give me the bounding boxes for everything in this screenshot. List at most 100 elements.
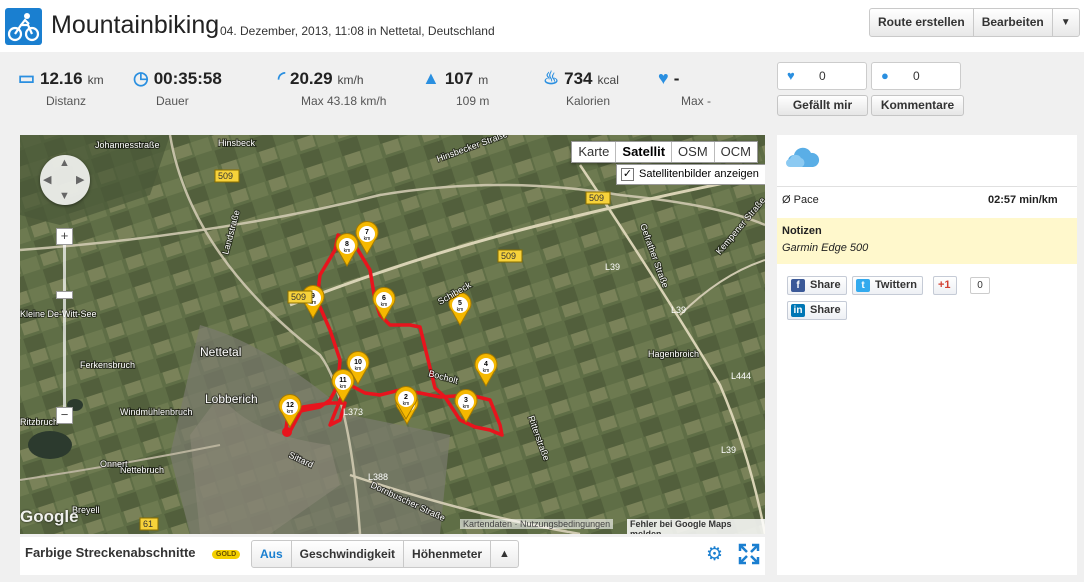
svg-text:6: 6	[382, 295, 386, 302]
duration-value: 00:35:58	[153, 69, 222, 88]
fullscreen-icon[interactable]	[738, 543, 760, 565]
gold-badge: GOLD	[212, 550, 241, 559]
facebook-icon: f	[791, 279, 805, 292]
svg-text:509: 509	[589, 193, 604, 203]
map-pan-control[interactable]: ▲ ▼ ◀ ▶	[40, 155, 90, 205]
stat-speed: ◜ 20.29 km/h Max 43.18 km/h	[278, 68, 386, 108]
svg-text:km: km	[340, 384, 347, 390]
gear-icon[interactable]: ⚙	[706, 543, 723, 566]
speedometer-icon: ◜	[278, 68, 285, 88]
pan-left-icon[interactable]: ◀	[43, 173, 51, 186]
zoom-slider-handle[interactable]	[56, 291, 73, 299]
map-type-ocm[interactable]: OCM	[715, 142, 757, 162]
pan-right-icon[interactable]: ▶	[76, 173, 84, 186]
segment-elevation-button[interactable]: Höhenmeter	[404, 541, 492, 567]
route-map[interactable]: 1km2km3km4km5km6km7km8km9km10km11km12km …	[20, 135, 765, 534]
linkedin-share-button[interactable]: in Share	[787, 301, 847, 320]
road-number-label: 509	[214, 169, 240, 183]
create-route-button[interactable]: Route erstellen	[870, 9, 974, 36]
heart-rate-value: -	[673, 69, 680, 88]
segment-off-button[interactable]: Aus	[252, 541, 292, 567]
map-place-label: Onnert	[100, 459, 128, 469]
mountain-icon: ▲	[422, 68, 440, 88]
map-type-karte[interactable]: Karte	[572, 142, 617, 162]
elevation-label: 109 m	[456, 94, 490, 108]
google-plus-count: 0	[970, 277, 990, 294]
facebook-share-button[interactable]: f Share	[787, 276, 847, 295]
stat-distance: ▭ 12.16 km Distanz	[18, 68, 104, 108]
likes-count: 0	[819, 69, 826, 83]
svg-text:509: 509	[218, 171, 233, 181]
distance-label: Distanz	[46, 94, 87, 108]
comments-button[interactable]: Kommentare	[871, 95, 964, 116]
svg-text:3: 3	[464, 397, 468, 404]
svg-text:61: 61	[143, 519, 153, 529]
twitter-share-label: Twittern	[875, 279, 917, 291]
svg-text:7: 7	[365, 229, 369, 236]
road-number-label: L373	[343, 407, 363, 417]
svg-text:km: km	[457, 307, 464, 313]
page-title: Mountainbiking	[51, 11, 220, 39]
calories-label: Kalorien	[566, 94, 611, 108]
segment-color-title: Farbige Streckenabschnitte	[25, 545, 196, 560]
map-place-label: Kleine De-Witt-See	[20, 309, 97, 319]
linkedin-share-label: Share	[810, 304, 841, 316]
activity-date-location: 04. Dezember, 2013, 11:08 in Nettetal, D…	[220, 24, 495, 38]
zoom-slider-track[interactable]	[63, 235, 66, 415]
duration-label: Dauer	[156, 94, 189, 108]
map-type-switcher: Karte Satellit OSM OCM	[571, 141, 758, 163]
svg-text:4: 4	[484, 361, 488, 368]
chevron-down-icon[interactable]: ▼	[1053, 9, 1079, 36]
map-place-label: Hagenbroich	[648, 349, 699, 359]
elevation-unit: m	[478, 73, 489, 87]
stat-duration: ◷ 00:35:58 Dauer	[133, 68, 222, 108]
twitter-share-button[interactable]: t Twittern	[852, 276, 923, 295]
svg-text:L373: L373	[343, 407, 363, 417]
flame-icon: ♨	[543, 68, 560, 88]
map-attribution[interactable]: Kartendaten · Nutzungsbedingungen	[460, 519, 614, 529]
notes-box	[777, 218, 1077, 264]
segment-speed-button[interactable]: Geschwindigkeit	[292, 541, 405, 567]
chevron-up-icon[interactable]: ▲	[491, 541, 518, 567]
linkedin-icon: in	[791, 304, 805, 317]
edit-button[interactable]: Bearbeiten	[974, 9, 1053, 36]
svg-text:km: km	[355, 366, 362, 372]
panel-divider	[777, 186, 1077, 187]
heart-rate-icon: ♥	[658, 68, 669, 88]
satellite-map-image[interactable]: 1km2km3km4km5km6km7km8km9km10km11km12km …	[20, 135, 765, 534]
max-speed-label: Max 43.18 km/h	[301, 94, 387, 108]
pan-down-icon[interactable]: ▼	[59, 190, 70, 202]
svg-text:km: km	[483, 368, 490, 374]
speed-unit: km/h	[337, 73, 364, 87]
checkmark-icon[interactable]: ✓	[621, 168, 634, 181]
heart-icon: ♥	[787, 68, 795, 83]
map-place-label: Ferkensbruch	[80, 360, 135, 370]
svg-text:509: 509	[291, 292, 306, 302]
svg-text:km: km	[364, 236, 371, 242]
elevation-value: 107	[444, 69, 474, 88]
clock-icon: ◷	[133, 68, 149, 88]
road-number-label: 509	[585, 191, 611, 205]
svg-text:L444: L444	[731, 371, 751, 381]
zoom-in-button[interactable]: +	[56, 228, 73, 245]
pan-up-icon[interactable]: ▲	[59, 157, 70, 169]
like-button[interactable]: Gefällt mir	[777, 95, 868, 116]
svg-text:11: 11	[339, 377, 347, 384]
twitter-icon: t	[856, 279, 870, 292]
svg-text:8: 8	[345, 241, 349, 248]
google-plus-button[interactable]: +1	[933, 276, 957, 295]
satellite-imagery-checkbox[interactable]: ✓ Satellitenbilder anzeigen	[616, 164, 765, 185]
map-type-osm[interactable]: OSM	[672, 142, 715, 162]
start-pin-icon[interactable]	[282, 427, 292, 437]
facebook-share-label: Share	[810, 279, 841, 291]
report-map-error-link[interactable]: Fehler bei Google Maps melden	[627, 519, 765, 534]
zoom-out-button[interactable]: −	[56, 407, 73, 424]
notes-label: Notizen	[782, 225, 822, 237]
svg-text:km: km	[463, 404, 470, 410]
satellite-checkbox-label: Satellitenbilder anzeigen	[639, 168, 759, 180]
distance-value: 12.16	[40, 69, 83, 88]
distance-unit: km	[87, 73, 104, 87]
map-type-satellit[interactable]: Satellit	[616, 142, 673, 162]
road-number-label: L39	[721, 445, 736, 455]
road-number-label: L39	[605, 262, 620, 272]
